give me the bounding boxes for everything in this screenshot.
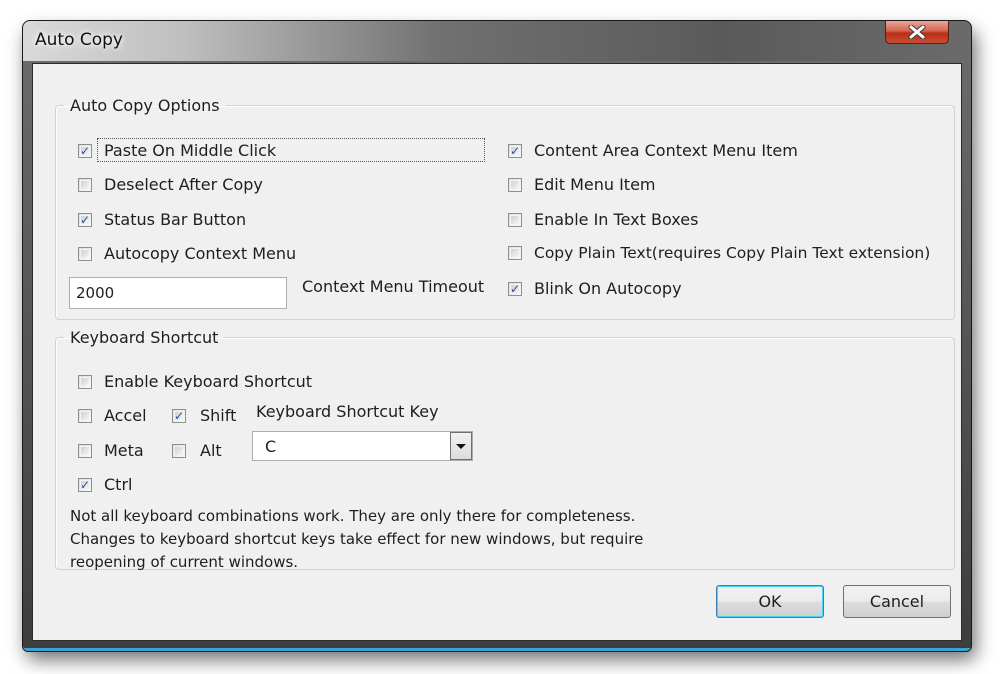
selected-key-value: C <box>265 436 277 456</box>
checkbox-box[interactable]: ✓ <box>508 143 522 158</box>
copy-plain-text-checkbox[interactable]: ✓ Copy Plain Text(requires Copy Plain Te… <box>508 244 930 262</box>
context-menu-timeout-label: Context Menu Timeout <box>302 277 485 296</box>
blink-on-autocopy-checkbox[interactable]: ✓ Blink On Autocopy <box>508 279 682 298</box>
alt-checkbox[interactable]: ✓ Alt <box>172 441 222 460</box>
close-x-icon <box>908 25 926 39</box>
checkbox-box[interactable]: ✓ <box>78 477 92 492</box>
note-line: reopening of current windows. <box>70 553 299 571</box>
ok-button[interactable]: OK <box>716 585 824 618</box>
keyboard-shortcut-key-select[interactable]: C <box>252 431 473 461</box>
note-line: Changes to keyboard shortcut keys take e… <box>70 530 644 548</box>
checkbox-box[interactable]: ✓ <box>508 177 522 192</box>
accel-checkbox[interactable]: ✓ Accel <box>78 406 147 425</box>
chevron-down-icon <box>456 443 466 449</box>
status-bar-button-checkbox[interactable]: ✓ Status Bar Button <box>78 210 246 229</box>
checkmark-icon: ✓ <box>510 143 521 158</box>
edit-menu-item-checkbox[interactable]: ✓ Edit Menu Item <box>508 175 656 194</box>
checkbox-label: Alt <box>200 441 222 460</box>
checkbox-box[interactable]: ✓ <box>78 177 92 192</box>
paste-on-middle-click-checkbox[interactable]: ✓ Paste On Middle Click <box>78 141 276 160</box>
checkbox-box[interactable]: ✓ <box>78 143 92 158</box>
checkmark-icon: ✓ <box>80 477 91 492</box>
content-area-context-menu-item-checkbox[interactable]: ✓ Content Area Context Menu Item <box>508 141 798 160</box>
enable-keyboard-shortcut-checkbox[interactable]: ✓ Enable Keyboard Shortcut <box>78 372 312 391</box>
dialog-client-area: Auto Copy Options ✓ Paste On Middle Clic… <box>32 63 962 641</box>
meta-checkbox[interactable]: ✓ Meta <box>78 441 144 460</box>
checkbox-label: Content Area Context Menu Item <box>534 141 798 160</box>
checkbox-label: Ctrl <box>104 475 133 494</box>
enable-in-text-boxes-checkbox[interactable]: ✓ Enable In Text Boxes <box>508 210 698 229</box>
checkbox-box[interactable]: ✓ <box>78 408 92 423</box>
checkbox-box[interactable]: ✓ <box>172 408 186 423</box>
checkbox-label: Blink On Autocopy <box>534 279 682 298</box>
keyboard-shortcut-key-label: Keyboard Shortcut Key <box>256 402 439 421</box>
dropdown-button[interactable] <box>450 432 472 460</box>
cancel-button[interactable]: Cancel <box>843 585 951 618</box>
checkbox-label: Autocopy Context Menu <box>104 244 297 263</box>
checkbox-box[interactable]: ✓ <box>78 443 92 458</box>
close-button[interactable] <box>885 21 949 44</box>
checkbox-box[interactable]: ✓ <box>508 281 522 296</box>
checkmark-icon: ✓ <box>510 281 521 296</box>
checkbox-label: Edit Menu Item <box>534 175 656 194</box>
checkbox-label: Enable In Text Boxes <box>534 210 699 229</box>
checkbox-box[interactable]: ✓ <box>508 212 522 227</box>
checkbox-label: Meta <box>104 441 144 460</box>
shift-checkbox[interactable]: ✓ Shift <box>172 406 236 425</box>
checkmark-icon: ✓ <box>80 212 91 227</box>
checkbox-label: Copy Plain Text(requires Copy Plain Text… <box>534 244 931 262</box>
checkbox-box[interactable]: ✓ <box>78 212 92 227</box>
checkbox-box[interactable]: ✓ <box>78 374 92 389</box>
context-menu-timeout-input[interactable] <box>69 277 287 309</box>
keyboard-shortcut-note: Not all keyboard combinations work. They… <box>70 505 643 574</box>
checkbox-label: Shift <box>200 406 237 425</box>
checkmark-icon: ✓ <box>174 408 185 423</box>
checkbox-label: Paste On Middle Click <box>104 141 277 160</box>
checkbox-label: Status Bar Button <box>104 210 247 229</box>
checkbox-box[interactable]: ✓ <box>508 246 522 260</box>
dialog-window: Auto Copy Auto Copy Options ✓ Paste On M… <box>22 20 972 652</box>
checkbox-label: Accel <box>104 406 147 425</box>
checkbox-box[interactable]: ✓ <box>172 443 186 458</box>
checkbox-label: Deselect After Copy <box>104 175 263 194</box>
auto-copy-options-legend: Auto Copy Options <box>70 96 220 115</box>
keyboard-shortcut-legend: Keyboard Shortcut <box>70 328 219 347</box>
deselect-after-copy-checkbox[interactable]: ✓ Deselect After Copy <box>78 175 263 194</box>
window-title: Auto Copy <box>35 30 123 50</box>
checkbox-label: Enable Keyboard Shortcut <box>104 372 313 391</box>
checkmark-icon: ✓ <box>80 143 91 158</box>
note-line: Not all keyboard combinations work. They… <box>70 507 636 525</box>
ctrl-checkbox[interactable]: ✓ Ctrl <box>78 475 132 494</box>
autocopy-context-menu-checkbox[interactable]: ✓ Autocopy Context Menu <box>78 244 296 263</box>
checkbox-box[interactable]: ✓ <box>78 246 92 261</box>
